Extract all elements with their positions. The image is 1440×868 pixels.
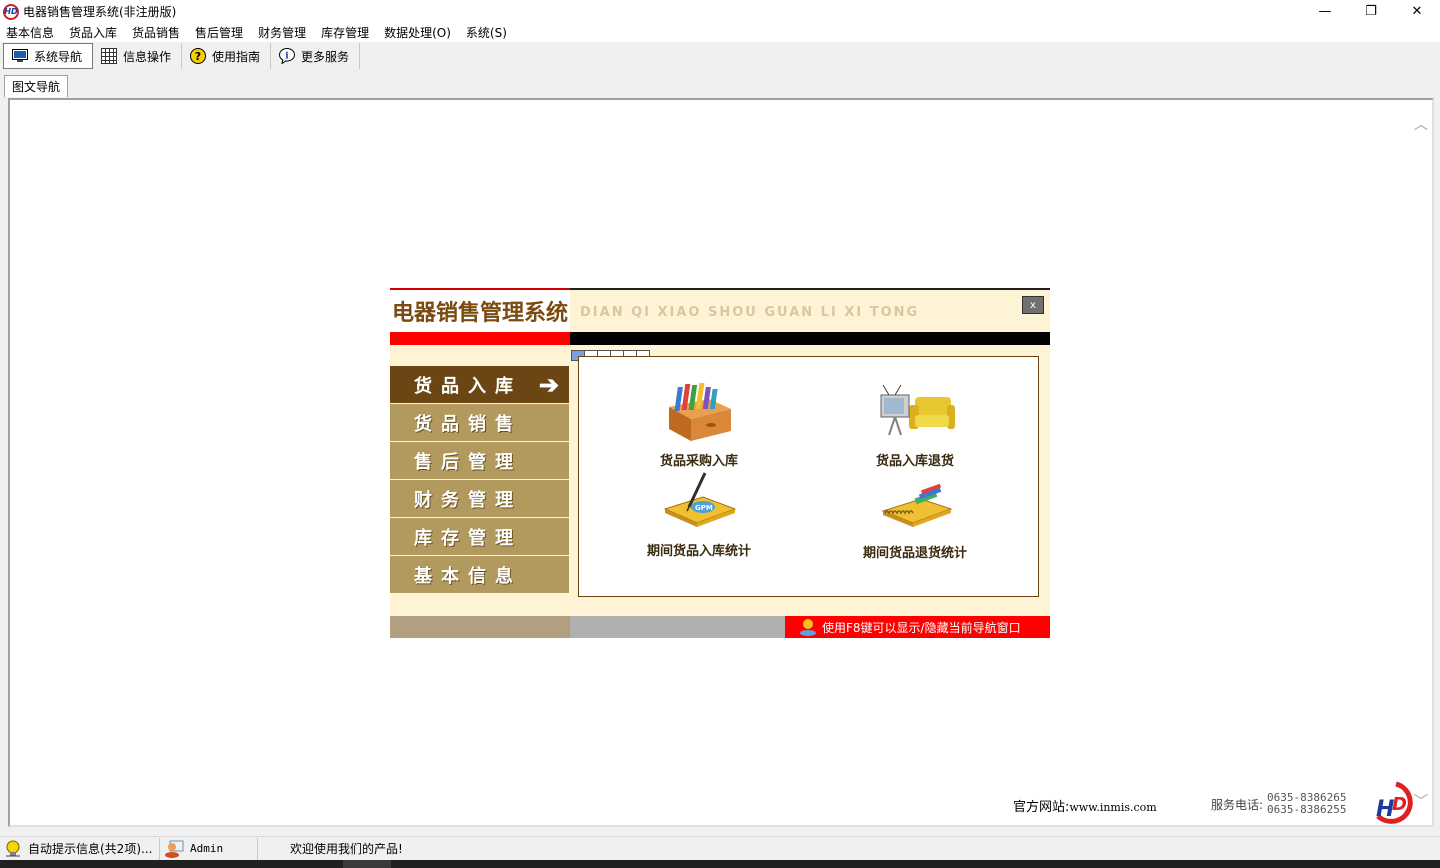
- menu-goods-in[interactable]: 货品入库: [63, 24, 126, 41]
- user-name: Admin: [190, 842, 224, 855]
- nav-menu-label: 财务管理: [414, 489, 522, 511]
- func-label: 货品入库退货: [875, 454, 954, 469]
- nav-menu-basic-info[interactable]: 基本信息: [390, 556, 569, 593]
- site-label: 官方网站:: [1013, 800, 1070, 815]
- system-nav-button[interactable]: 系统导航: [3, 43, 94, 69]
- nav-close-button[interactable]: x: [1022, 296, 1044, 314]
- tab-strip: 图文导航: [0, 74, 1440, 97]
- menu-bar: 基本信息 货品入库 货品销售 售后管理 财务管理 库存管理 数据处理(O) 系统…: [0, 23, 1440, 42]
- official-website: 官方网站:www.inmis.com: [1013, 796, 1157, 815]
- phone-label: 服务电话:: [1211, 797, 1264, 812]
- bulb-icon: [6, 840, 20, 856]
- menu-inventory[interactable]: 库存管理: [315, 24, 378, 41]
- current-user: Admin: [160, 837, 258, 860]
- nav-hint-bar: 使用F8键可以显示/隐藏当前导航窗口: [785, 616, 1050, 638]
- svg-text:GPM: GPM: [695, 504, 713, 512]
- auto-notice-text: 自动提示信息(共2项)...: [28, 842, 153, 856]
- phone-numbers: 0635-8386265 0635-8386255: [1267, 792, 1346, 816]
- nav-bottom-left: [390, 616, 570, 638]
- window-title: 电器销售管理系统(非注册版): [23, 5, 177, 19]
- tv-sofa-icon: [880, 384, 955, 436]
- menu-basic-info[interactable]: 基本信息: [0, 24, 63, 41]
- arrow-right-icon: ➔: [538, 370, 559, 399]
- info-ops-button[interactable]: 信息操作: [93, 43, 183, 69]
- info-ops-label: 信息操作: [123, 49, 172, 64]
- func-purchase-in[interactable]: 货品采购入库: [609, 379, 789, 469]
- auto-notice[interactable]: 自动提示信息(共2项)...: [0, 837, 160, 860]
- notebook-icon: GPM: [663, 472, 737, 527]
- func-label: 期间货品退货统计: [862, 546, 967, 561]
- user-guide-button[interactable]: ? 使用指南: [182, 43, 272, 69]
- nav-title-box: 电器销售管理系统: [390, 290, 570, 332]
- svg-text:D: D: [1392, 794, 1407, 815]
- more-services-button[interactable]: i 更多服务: [271, 43, 361, 69]
- menu-system[interactable]: 系统(S): [460, 24, 516, 41]
- restore-button[interactable]: ❐: [1348, 0, 1394, 23]
- scroll-down-icon[interactable]: ﹀: [1414, 791, 1428, 811]
- nav-menu-label: 货品销售: [414, 413, 522, 435]
- nav-menu-after-sales[interactable]: 售后管理: [390, 442, 569, 479]
- help-icon: ?: [190, 48, 207, 64]
- toolbar: 系统导航 信息操作 ? 使用指南 i 更多服务: [0, 42, 1440, 70]
- user-hint-icon: [800, 619, 816, 636]
- nav-menu-label: 库存管理: [414, 527, 522, 549]
- nav-header: DIAN QI XIAO SHOU GUAN LI XI TONG x: [570, 288, 1050, 332]
- nav-menu-finance[interactable]: 财务管理: [390, 480, 569, 517]
- os-taskbar: [0, 860, 1440, 868]
- minimize-button[interactable]: —: [1302, 0, 1348, 23]
- service-phone: 服务电话: 0635-8386265 0635-8386255: [1211, 792, 1347, 816]
- nav-red-bar: [390, 332, 570, 345]
- phone-number-2: 0635-8386255: [1267, 803, 1347, 816]
- nav-hint-text: 使用F8键可以显示/隐藏当前导航窗口: [822, 620, 1021, 635]
- nav-side-menu: 货品入库 ➔ 货品销售 售后管理 财务管理 库存管理 基本信息: [390, 366, 569, 594]
- nav-menu-label: 基本信息: [414, 565, 522, 587]
- system-nav-label: 系统导航: [34, 49, 83, 64]
- func-period-in-stats[interactable]: GPM 期间货品入库统计: [609, 469, 789, 559]
- grid-icon: [101, 48, 118, 64]
- scroll-up-icon[interactable]: ︿: [1414, 114, 1428, 134]
- site-url[interactable]: www.inmis.com: [1069, 801, 1156, 814]
- more-services-label: 更多服务: [301, 49, 350, 64]
- company-logo-icon: H D: [1376, 781, 1413, 824]
- svg-text:?: ?: [195, 50, 201, 63]
- func-period-return-stats[interactable]: 期间货品退货统计: [825, 471, 1005, 561]
- user-guide-label: 使用指南: [212, 49, 261, 64]
- app-logo-icon: HD: [3, 3, 19, 20]
- nav-black-bar: [570, 332, 1050, 345]
- navigation-window: 电器销售管理系统 DIAN QI XIAO SHOU GUAN LI XI TO…: [390, 288, 1050, 638]
- nav-title: 电器销售管理系统: [391, 300, 568, 326]
- close-button[interactable]: ✕: [1394, 0, 1440, 23]
- nav-pinyin: DIAN QI XIAO SHOU GUAN LI XI TONG: [580, 305, 920, 320]
- welcome-text: 欢迎使用我们的产品!: [290, 842, 403, 856]
- user-icon: [165, 840, 184, 858]
- menu-after-sales[interactable]: 售后管理: [189, 24, 252, 41]
- nav-menu-goods-in[interactable]: 货品入库 ➔: [390, 366, 569, 403]
- monitor-icon: [12, 48, 28, 64]
- info-icon: i: [279, 48, 296, 64]
- spiral-notebook-icon: [881, 483, 953, 527]
- menu-goods-sales[interactable]: 货品销售: [126, 24, 189, 41]
- tab-graphic-nav[interactable]: 图文导航: [4, 75, 69, 97]
- svg-text:i: i: [285, 52, 289, 62]
- box-icon: [669, 383, 731, 441]
- func-label: 期间货品入库统计: [646, 544, 751, 559]
- menu-finance[interactable]: 财务管理: [252, 24, 315, 41]
- menu-data-process[interactable]: 数据处理(O): [378, 24, 460, 41]
- status-bar: 自动提示信息(共2项)... Admin 欢迎使用我们的产品!: [0, 836, 1440, 860]
- nav-menu-label: 货品入库: [414, 375, 522, 397]
- nav-menu-inventory[interactable]: 库存管理: [390, 518, 569, 555]
- function-panel: 货品采购入库 货品入库退货 GPM 期间货品入库统计 期间货品退货统计: [578, 356, 1039, 597]
- nav-menu-goods-sales[interactable]: 货品销售: [390, 404, 569, 441]
- welcome-message: 欢迎使用我们的产品!: [258, 838, 407, 860]
- func-label: 货品采购入库: [659, 454, 738, 469]
- title-bar: HD 电器销售管理系统(非注册版) — ❐ ✕: [0, 0, 1440, 23]
- nav-menu-label: 售后管理: [414, 451, 522, 473]
- taskbar-item[interactable]: [343, 860, 391, 868]
- window-controls: — ❐ ✕: [1302, 0, 1440, 23]
- func-in-return[interactable]: 货品入库退货: [825, 379, 1005, 469]
- nav-bottom-mid: [570, 616, 785, 638]
